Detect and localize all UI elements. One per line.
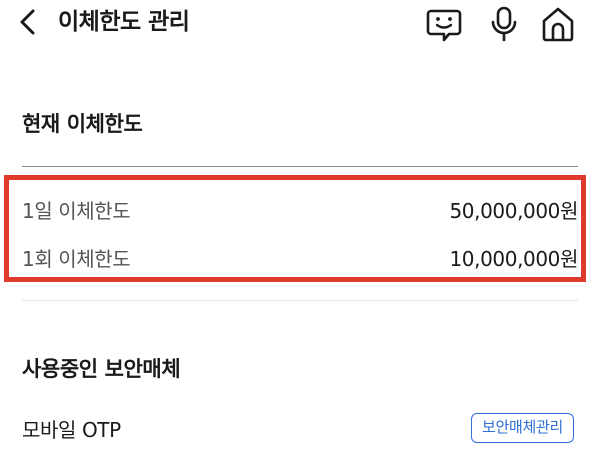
section-separator <box>22 300 578 301</box>
chevron-left-icon <box>20 9 35 35</box>
page-title: 이체한도 관리 <box>58 9 190 35</box>
voice-button[interactable] <box>484 4 524 44</box>
home-button[interactable] <box>538 4 578 44</box>
current-limit-title: 현재 이체한도 <box>22 112 143 136</box>
security-media-row: 모바일 OTP 보안매체관리 <box>22 412 578 448</box>
security-media-name: 모바일 OTP <box>22 418 121 442</box>
daily-limit-label: 1일 이체한도 <box>22 199 131 223</box>
chat-bubble-icon <box>426 9 462 42</box>
per-transfer-limit-value: 10,000,000원 <box>449 247 578 271</box>
security-media-manage-button[interactable]: 보안매체관리 <box>470 413 574 443</box>
per-transfer-limit-label: 1회 이체한도 <box>22 247 131 271</box>
per-transfer-limit-row: 1회 이체한도 10,000,000원 <box>22 242 578 276</box>
top-app-bar: 이체한도 관리 <box>0 0 594 46</box>
microphone-icon <box>491 6 517 42</box>
chat-button[interactable] <box>424 4 464 44</box>
back-button[interactable] <box>14 6 44 38</box>
daily-limit-value: 50,000,000원 <box>449 199 578 223</box>
section-divider <box>22 166 578 167</box>
security-media-title: 사용중인 보안매체 <box>22 357 181 381</box>
home-icon <box>542 7 574 42</box>
daily-limit-row: 1일 이체한도 50,000,000원 <box>22 194 578 228</box>
